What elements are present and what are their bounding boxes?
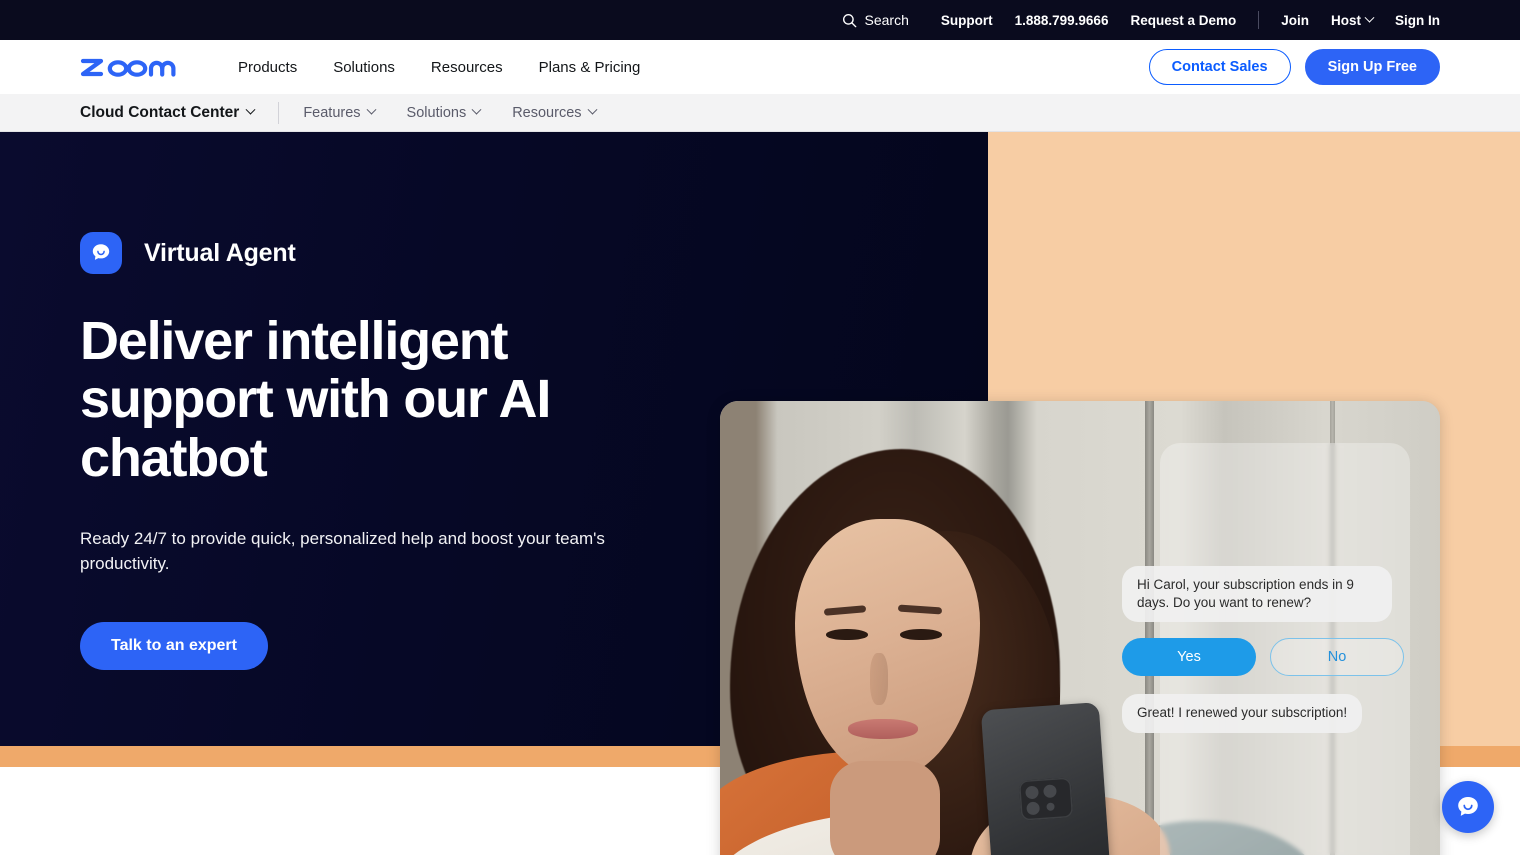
nav-plans-pricing[interactable]: Plans & Pricing <box>539 59 641 76</box>
support-link[interactable]: Support <box>941 13 993 28</box>
search-icon <box>842 13 857 28</box>
primary-nav-links: Products Solutions Resources Plans & Pri… <box>238 59 640 76</box>
search-label: Search <box>864 12 909 28</box>
phone-camera-module <box>1018 777 1074 821</box>
chevron-down-icon <box>471 104 482 115</box>
eyebrow-right <box>897 604 943 615</box>
chevron-down-icon <box>1364 12 1375 23</box>
subnav-item-features[interactable]: Features <box>303 104 376 121</box>
phone-link[interactable]: 1.888.799.9666 <box>1015 13 1109 28</box>
sign-up-free-button[interactable]: Sign Up Free <box>1304 49 1440 85</box>
nav-products[interactable]: Products <box>238 59 297 76</box>
chat-bubble-icon <box>1454 793 1482 821</box>
subnav-item-resources[interactable]: Resources <box>512 104 597 121</box>
hero-subheadline: Ready 24/7 to provide quick, personalize… <box>80 528 605 573</box>
join-link[interactable]: Join <box>1281 13 1309 28</box>
subnav-item-label: Resources <box>512 104 582 121</box>
utility-bar: Search Support 1.888.799.9666 Request a … <box>0 0 1520 40</box>
subnav-item-solutions[interactable]: Solutions <box>406 104 482 121</box>
nav-solutions[interactable]: Solutions <box>333 59 395 76</box>
subnav-divider <box>278 101 280 124</box>
utility-divider <box>1258 11 1260 29</box>
chat-yes-button[interactable]: Yes <box>1122 638 1256 677</box>
chat-bubble-agent-1: Hi Carol, your subscription ends in 9 da… <box>1122 566 1392 623</box>
search-button[interactable]: Search <box>842 12 909 28</box>
subnav-title-label: Cloud Contact Center <box>80 103 240 121</box>
lips <box>848 719 918 739</box>
sign-in-label: Sign In <box>1395 12 1440 28</box>
host-label: Host <box>1331 12 1361 28</box>
utility-bar-inner: Search Support 1.888.799.9666 Request a … <box>842 11 1440 29</box>
person-neck <box>830 761 940 855</box>
virtual-agent-badge: Virtual Agent <box>80 232 680 274</box>
nav-resources[interactable]: Resources <box>431 59 503 76</box>
eye-left <box>826 629 868 640</box>
chevron-down-icon <box>245 104 256 115</box>
join-label: Join <box>1281 12 1309 28</box>
hero-copy: Virtual Agent Deliver intelligent suppor… <box>80 232 680 671</box>
eyebrow-left <box>823 605 867 616</box>
talk-to-expert-button[interactable]: Talk to an expert <box>80 622 268 671</box>
chat-widget-button[interactable] <box>1442 781 1494 833</box>
main-navigation: Products Solutions Resources Plans & Pri… <box>0 40 1520 94</box>
chat-bubble-agent-2: Great! I renewed your subscription! <box>1122 694 1363 733</box>
hero-section: Virtual Agent Deliver intelligent suppor… <box>0 132 1520 855</box>
nav-actions: Contact Sales Sign Up Free <box>1148 49 1440 85</box>
chevron-down-icon <box>587 104 597 115</box>
chat-no-button[interactable]: No <box>1270 638 1404 677</box>
zoom-logo[interactable] <box>80 54 196 80</box>
subnav-product-menu[interactable]: Cloud Contact Center <box>80 103 256 122</box>
hero-headline: Deliver intelligent support with our AI … <box>80 311 551 488</box>
virtual-agent-label: Virtual Agent <box>144 238 296 267</box>
host-menu[interactable]: Host <box>1331 12 1375 28</box>
contact-sales-button[interactable]: Contact Sales <box>1148 49 1291 85</box>
chevron-down-icon <box>366 104 376 115</box>
subnav-item-label: Solutions <box>406 104 467 121</box>
chat-quick-replies: Yes No <box>1122 638 1422 677</box>
chat-conversation-overlay: Hi Carol, your subscription ends in 9 da… <box>1122 566 1422 733</box>
eye-right <box>900 629 942 640</box>
subnav-item-label: Features <box>303 104 361 121</box>
nose <box>870 653 888 705</box>
subnav-items: Features Solutions Resources <box>303 104 597 121</box>
product-subnav: Cloud Contact Center Features Solutions … <box>0 94 1520 132</box>
chat-smile-icon <box>80 232 122 274</box>
request-demo-link[interactable]: Request a Demo <box>1130 13 1236 28</box>
sign-in-link[interactable]: Sign In <box>1395 13 1440 28</box>
hero-image-card: Hi Carol, your subscription ends in 9 da… <box>720 401 1440 855</box>
